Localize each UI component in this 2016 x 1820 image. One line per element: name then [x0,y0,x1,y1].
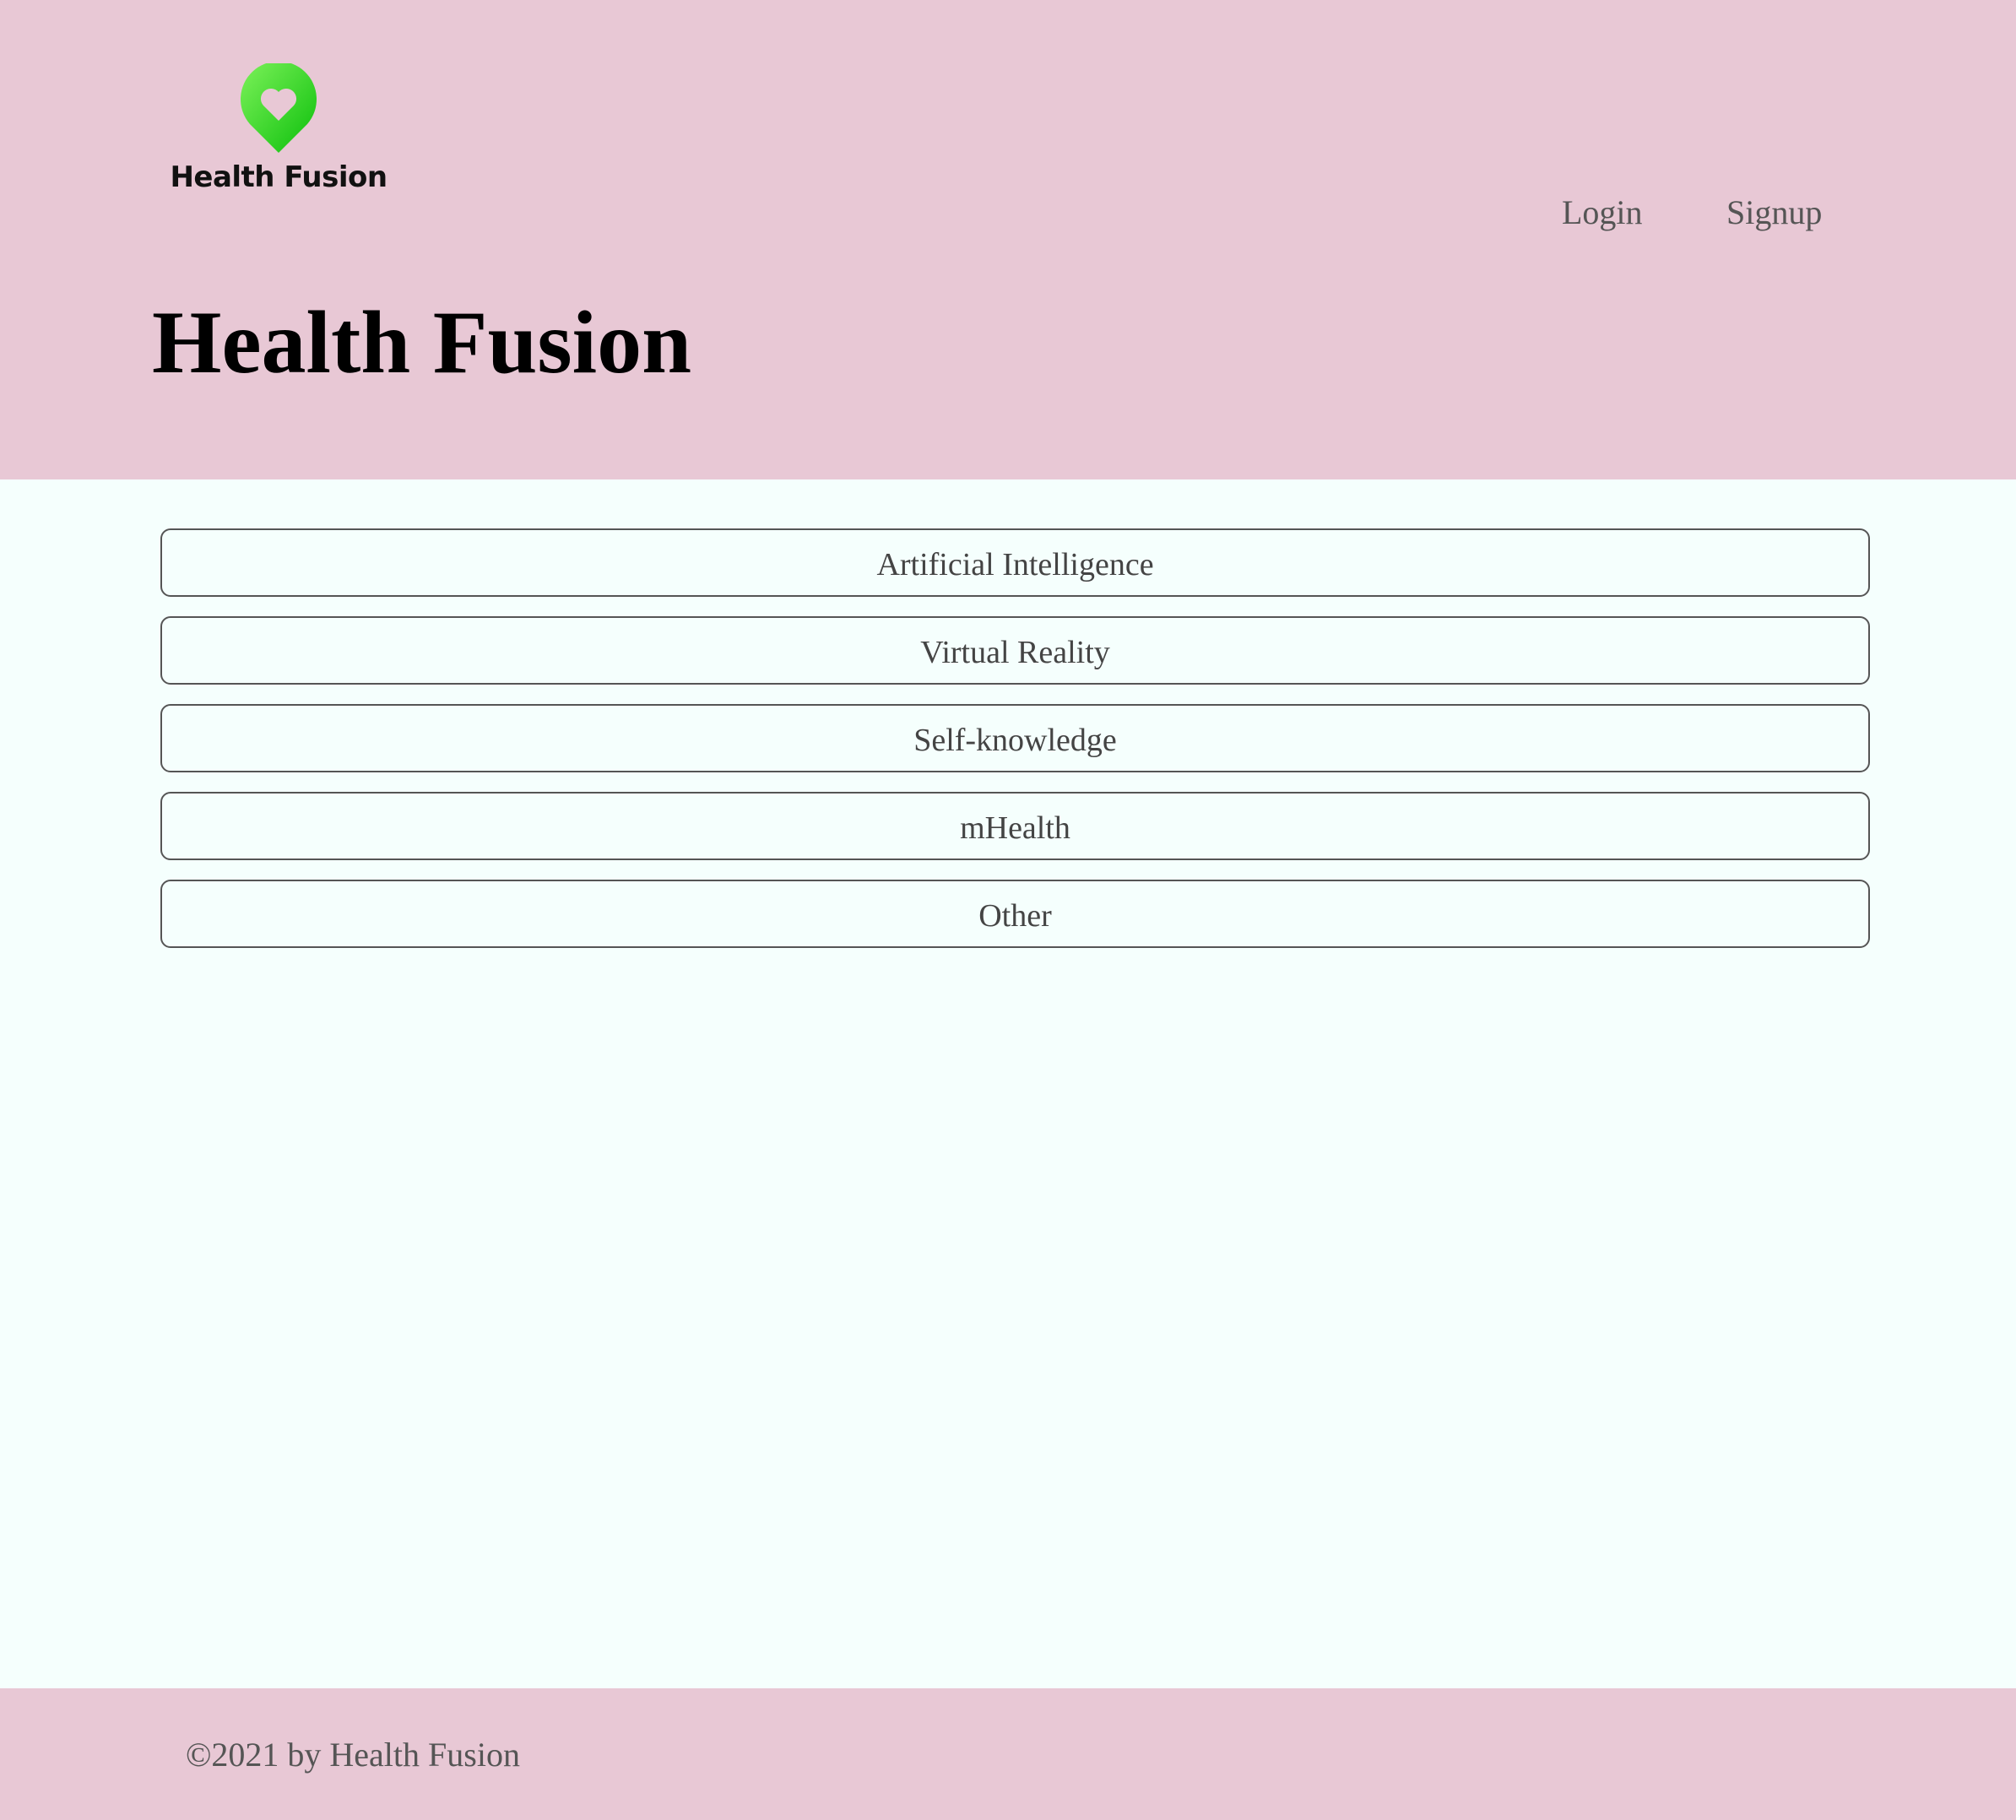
copyright-text: ©2021 by Health Fusion [186,1736,520,1774]
page-title: Health Fusion [152,293,692,392]
category-button-artificial-intelligence[interactable]: Artificial Intelligence [160,528,1870,597]
category-button-mhealth[interactable]: mHealth [160,792,1870,860]
category-button-virtual-reality[interactable]: Virtual Reality [160,616,1870,685]
header: Health Fusion Login Signup Health Fusion [0,0,2016,479]
signup-link[interactable]: Signup [1726,192,1822,232]
footer: ©2021 by Health Fusion [0,1688,2016,1820]
logo-text: Health Fusion [170,160,387,194]
login-link[interactable]: Login [1562,192,1643,232]
category-button-other[interactable]: Other [160,880,1870,948]
category-button-self-knowledge[interactable]: Self-knowledge [160,704,1870,772]
logo[interactable]: Health Fusion [169,59,388,203]
heart-pin-icon [241,63,317,153]
